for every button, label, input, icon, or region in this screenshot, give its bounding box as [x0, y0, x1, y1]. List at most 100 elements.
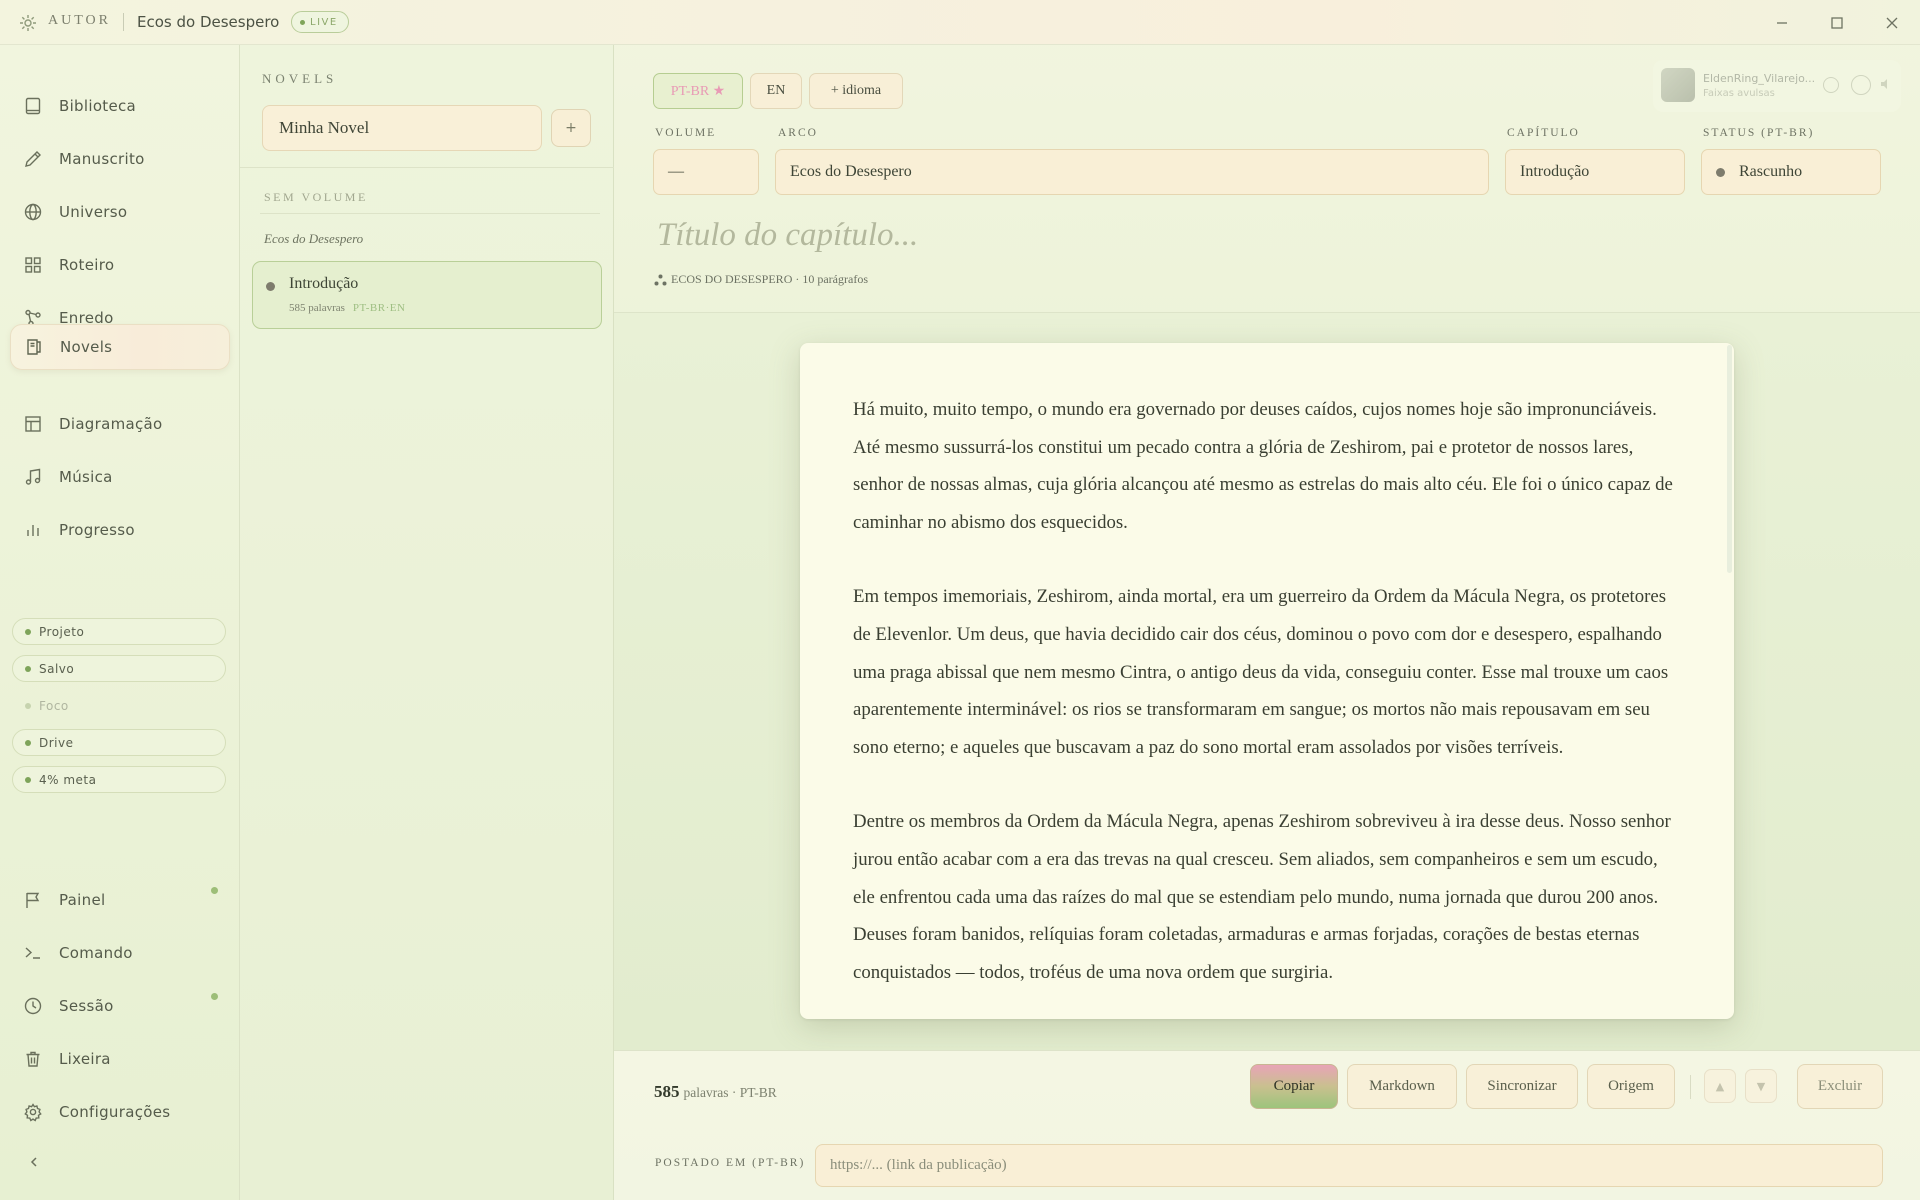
chapter-languages: PT-BR·EN	[352, 302, 406, 314]
pen-icon	[22, 148, 44, 170]
flag-icon	[22, 889, 44, 911]
arc-field[interactable]: Ecos do Desespero	[775, 149, 1489, 195]
book-icon	[22, 95, 44, 117]
status-dot	[25, 628, 31, 635]
sidebar-item-label: Sessão	[59, 997, 114, 1015]
move-down-button[interactable]: ▼	[1745, 1069, 1777, 1103]
sidebar-item-novels[interactable]: Novels	[10, 324, 230, 370]
chapter-card[interactable]: Introdução 585 palavras PT-BR·EN	[252, 261, 602, 329]
sidebar-item-musica[interactable]: Música	[10, 454, 230, 500]
arc-name: Ecos do Desespero	[264, 231, 364, 246]
sidebar-item-lixeira[interactable]: Lixeira	[10, 1036, 230, 1082]
add-language-button[interactable]: + idioma	[809, 73, 903, 109]
close-button[interactable]	[1879, 10, 1905, 36]
markdown-button[interactable]: Markdown	[1347, 1064, 1457, 1109]
paragraph[interactable]: Há muito, muito tempo, o mundo era gover…	[853, 391, 1683, 541]
sidebar-item-manuscrito[interactable]: Manuscrito	[10, 136, 230, 182]
sidebar-item-label: Painel	[59, 891, 106, 909]
globe-icon	[22, 201, 44, 223]
status-pill-meta: 4% meta	[12, 766, 226, 793]
chapter-field[interactable]: Introdução	[1505, 149, 1685, 195]
minimize-button[interactable]	[1769, 10, 1795, 36]
track-source: Faixas avulsas	[1703, 88, 1775, 99]
live-dot	[300, 19, 305, 25]
status-pill-label: Projeto	[39, 624, 85, 639]
sidebar-item-configuracoes[interactable]: Configurações	[10, 1089, 230, 1135]
status-pill-salvo: Salvo	[12, 655, 226, 682]
move-up-button[interactable]: ▲	[1704, 1069, 1736, 1103]
collapse-sidebar-button[interactable]	[24, 1152, 44, 1172]
manuscript-page[interactable]: Há muito, muito tempo, o mundo era gover…	[800, 343, 1734, 1019]
terminal-icon	[22, 942, 44, 964]
status-pill-label: Salvo	[39, 661, 75, 676]
status-pill-projeto: Projeto	[12, 618, 226, 645]
volume-field[interactable]: —	[653, 149, 759, 195]
sidebar-item-diagramacao[interactable]: Diagramação	[10, 401, 230, 447]
add-novel-button[interactable]: +	[551, 109, 591, 147]
lang-tab-pt-br[interactable]: PT-BR ★	[653, 73, 743, 109]
live-label: LIVE	[310, 16, 338, 28]
status-dot	[25, 702, 31, 709]
sidebar-item-painel[interactable]: Painel	[10, 877, 230, 923]
status-dot	[25, 665, 31, 672]
minimize-icon	[1777, 22, 1787, 24]
chapter-title-input[interactable]: Título do capítulo...	[657, 217, 918, 254]
action-separator	[1690, 1075, 1691, 1099]
sidebar-item-progresso[interactable]: Progresso	[10, 507, 230, 553]
sidebar-item-label: Biblioteca	[59, 97, 137, 115]
novel-icon	[23, 336, 45, 358]
arrow-down-icon: ▼	[1756, 1079, 1766, 1093]
volume-label: VOLUME	[655, 127, 717, 139]
sync-button[interactable]: Sincronizar	[1466, 1064, 1578, 1109]
status-pill-label: Foco	[39, 698, 69, 713]
sidebar-item-sessao[interactable]: Sessão	[10, 983, 230, 1029]
delete-button[interactable]: Excluir	[1797, 1064, 1883, 1109]
status-pill-foco[interactable]: Foco	[12, 692, 226, 719]
sidebar-item-label: Roteiro	[59, 256, 115, 274]
lang-tab-en[interactable]: EN	[750, 73, 802, 109]
music-player[interactable]: EldenRing_Vilarejo... Faixas avulsas	[1653, 60, 1901, 112]
word-count-number: 585	[654, 1082, 680, 1101]
chapter-status-dot	[266, 282, 275, 291]
origin-button[interactable]: Origem	[1587, 1064, 1675, 1109]
chevron-left-icon	[30, 1157, 37, 1167]
paragraph[interactable]: Dentre os membros da Ordem da Mácula Neg…	[853, 803, 1683, 991]
sidebar-item-biblioteca[interactable]: Biblioteca	[10, 83, 230, 129]
status-label: STATUS (PT-BR)	[1703, 127, 1815, 139]
chapter-label: CAPÍTULO	[1507, 127, 1580, 139]
posted-url-input[interactable]	[815, 1144, 1883, 1187]
novel-selector[interactable]: Minha Novel	[262, 105, 542, 151]
notification-dot	[211, 993, 218, 1000]
player-prev-icon[interactable]	[1823, 77, 1839, 93]
clock-icon	[22, 995, 44, 1017]
volume-divider	[260, 213, 600, 214]
word-count-suffix: palavras · PT-BR	[683, 1085, 777, 1100]
sidebar-item-label: Novels	[60, 338, 113, 356]
manuscript-text[interactable]: Há muito, muito tempo, o mundo era gover…	[853, 391, 1683, 1019]
posted-label: POSTADO EM (PT-BR)	[655, 1157, 806, 1169]
notification-dot	[211, 887, 218, 894]
sidebar-item-universo[interactable]: Universo	[10, 189, 230, 235]
status-select[interactable]: Rascunho	[1701, 149, 1881, 195]
player-volume-icon[interactable]	[1879, 77, 1895, 93]
maximize-icon	[1831, 17, 1843, 29]
maximize-button[interactable]	[1824, 10, 1850, 36]
app-brand: AUTOR	[48, 13, 111, 28]
sidebar-item-label: Progresso	[59, 521, 135, 539]
grid-icon	[22, 254, 44, 276]
arc-meta: ECOS DO DESESPERO · 10 parágrafos	[654, 272, 868, 287]
word-count: 585 palavras · PT-BR	[654, 1082, 777, 1102]
arrow-up-icon: ▲	[1715, 1079, 1725, 1093]
sidebar-item-comando[interactable]: Comando	[10, 930, 230, 976]
arc-meta-text: ECOS DO DESESPERO · 10 parágrafos	[671, 272, 868, 286]
panel-divider	[240, 167, 614, 168]
copy-button[interactable]: Copiar	[1250, 1064, 1338, 1109]
page-scrollbar[interactable]	[1727, 345, 1732, 573]
sidebar-item-roteiro[interactable]: Roteiro	[10, 242, 230, 288]
close-icon	[1886, 17, 1898, 29]
status-pill-drive: Drive	[12, 729, 226, 756]
live-badge: LIVE	[291, 11, 349, 33]
paragraph[interactable]: Em tempos imemoriais, Zeshirom, ainda mo…	[853, 578, 1683, 766]
gear-icon	[22, 1101, 44, 1123]
player-play-icon[interactable]	[1851, 75, 1871, 95]
